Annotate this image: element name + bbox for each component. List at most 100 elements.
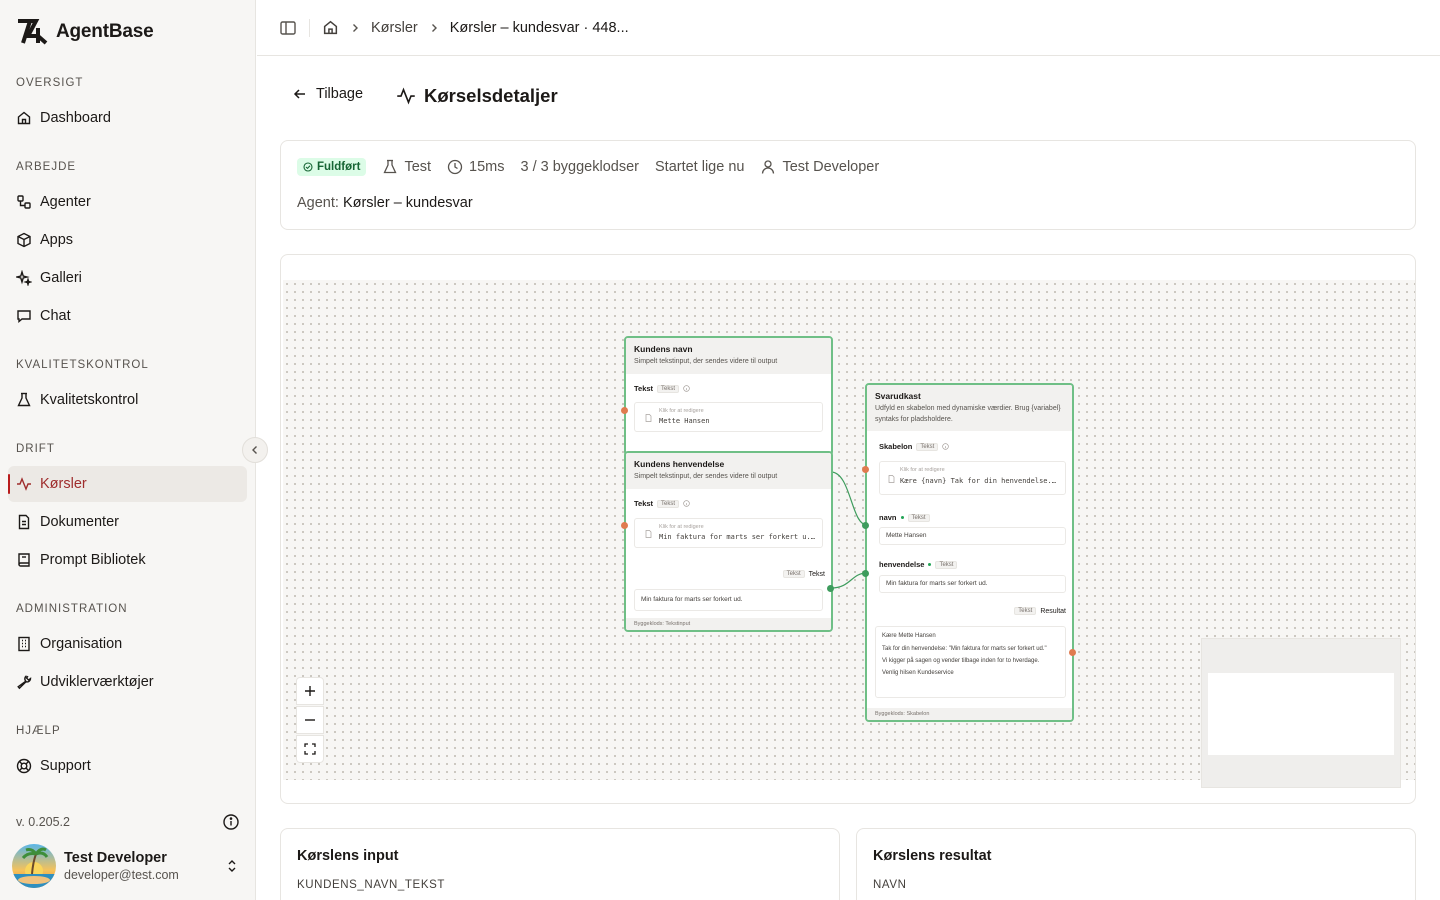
type-chip: Tekst — [907, 513, 930, 522]
lifebuoy-icon — [16, 758, 32, 774]
collapse-sidebar-button[interactable] — [242, 437, 268, 463]
node-output-value: Min faktura for marts ser forkert ud. — [634, 589, 823, 611]
type-chip: Tekst — [916, 442, 939, 451]
node-editable-value[interactable]: Klik for at redigere Min faktura for mar… — [634, 518, 823, 548]
section-title-kvalitetskontrol: KVALITETSKONTROL — [16, 359, 149, 371]
status-badge: Fuldført — [297, 158, 367, 176]
result-line: Tak for din henvendelse: "Min faktura fo… — [882, 646, 1047, 652]
home-icon — [17, 111, 31, 125]
back-button[interactable]: Tilbage — [292, 86, 363, 102]
field-label: Tekst — [634, 499, 654, 508]
sidebar-item-label: Prompt Bibliotek — [40, 552, 146, 568]
node-header: Kundens henvendelse Simpelt tekstinput, … — [626, 453, 831, 489]
template-value: Kære {navn} Tak for din henvendelse... — [900, 477, 1060, 485]
node-field-skabelon: Skabelon Tekst — [879, 442, 950, 451]
chevron-left-icon — [252, 446, 257, 454]
run-input-title: Kørslens input — [297, 848, 399, 864]
type-chip: Tekst — [657, 384, 680, 393]
brand[interactable]: AgentBase — [16, 18, 154, 46]
input-handle[interactable] — [621, 522, 628, 529]
sparkles-icon — [16, 270, 32, 286]
user-menu[interactable]: Test Developer developer@test.com — [12, 842, 248, 890]
status-text: Fuldført — [317, 161, 361, 173]
sidebar-item-galleri[interactable]: Galleri — [8, 260, 247, 296]
arrow-left-icon — [293, 89, 305, 99]
flow-canvas[interactable]: Kundens navn Simpelt tekstinput, der sen… — [283, 280, 1415, 788]
run-result-title: Kørslens resultat — [873, 848, 992, 864]
node-result-value: Kære Mette Hansen Tak for din henvendels… — [875, 626, 1066, 698]
zoom-out-button[interactable] — [296, 706, 324, 734]
app-name: AgentBase — [56, 21, 154, 42]
page-title-text: Kørselsdetaljer — [424, 85, 558, 106]
section-title-administration: ADMINISTRATION — [16, 603, 128, 615]
sidebar-item-label: Agenter — [40, 194, 91, 210]
section-title-arbejde: ARBEJDE — [16, 161, 77, 173]
chevron-right-icon — [353, 23, 358, 32]
run-mode-text: Test — [404, 159, 432, 175]
zoom-in-button[interactable] — [296, 677, 324, 705]
type-chip: Tekst — [782, 570, 805, 578]
sidebar-item-prompt-bibliotek[interactable]: Prompt Bibliotek — [8, 542, 247, 578]
minimap[interactable] — [1201, 638, 1401, 788]
run-result-field-label: NAVN — [873, 879, 907, 891]
sidebar-item-dokumenter[interactable]: Dokumenter — [8, 504, 247, 540]
sidebar-item-udviklervaerktojer[interactable]: Udviklerværktøjer — [8, 664, 247, 700]
input-handle[interactable] — [862, 466, 869, 473]
edit-hint: Klik for at redigere — [659, 524, 704, 530]
run-mode: Test — [382, 159, 431, 175]
sidebar-item-support[interactable]: Support — [8, 748, 247, 784]
activity-icon — [17, 477, 31, 491]
run-summary-card: Fuldført Test 15ms 3 / 3 byggeklodser St… — [280, 140, 1416, 230]
fullscreen-icon — [304, 743, 316, 755]
node-kundens-navn[interactable]: Kundens navn Simpelt tekstinput, der sen… — [624, 336, 833, 456]
input-handle[interactable] — [862, 522, 869, 529]
run-started: Startet lige nu — [655, 159, 745, 175]
file-icon — [645, 414, 652, 422]
output-handle[interactable] — [1069, 649, 1076, 656]
input-handle[interactable] — [862, 570, 869, 577]
connected-dot — [900, 516, 904, 519]
edit-hint: Klik for at redigere — [659, 408, 704, 414]
flow-canvas-card: Kundens navn Simpelt tekstinput, der sen… — [280, 254, 1416, 804]
breadcrumb-current: Kørsler – kundesvar · 448... — [449, 19, 629, 36]
var-label: henvendelse — [879, 560, 925, 569]
sidebar-item-korsler[interactable]: Kørsler — [8, 466, 247, 502]
fit-view-button[interactable] — [296, 735, 324, 763]
home-icon[interactable] — [322, 19, 339, 36]
sidebar-item-apps[interactable]: Apps — [8, 222, 247, 258]
input-handle[interactable] — [621, 407, 628, 414]
user-icon — [762, 160, 775, 174]
type-chip: Tekst — [1014, 607, 1037, 615]
sidebar-item-chat[interactable]: Chat — [8, 298, 247, 334]
node-field-tekst: Tekst Tekst — [634, 499, 690, 508]
document-icon — [18, 514, 30, 530]
info-icon[interactable] — [222, 813, 240, 831]
info-icon — [942, 443, 950, 450]
edit-hint: Klik for at redigere — [900, 467, 945, 473]
node-editable-value[interactable]: Klik for at redigere Mette Hansen — [634, 402, 823, 432]
sidebar-item-label: Apps — [40, 232, 74, 248]
user-email: developer@test.com — [64, 868, 179, 882]
output-handle[interactable] — [827, 585, 834, 592]
breadcrumb-section-link[interactable]: Kørsler — [371, 20, 418, 36]
flask-icon — [17, 392, 31, 407]
node-template-editor[interactable]: Klik for at redigere Kære {navn} Tak for… — [879, 461, 1066, 495]
wrench-icon — [17, 675, 32, 690]
node-title: Svarudkast — [875, 391, 921, 401]
workflow-icon — [17, 195, 31, 209]
node-kundens-henvendelse[interactable]: Kundens henvendelse Simpelt tekstinput, … — [624, 451, 833, 632]
run-blocks: 3 / 3 byggeklodser — [520, 159, 640, 175]
sidebar-item-agenter[interactable]: Agenter — [8, 184, 247, 220]
sidebar-item-organisation[interactable]: Organisation — [8, 626, 247, 662]
node-svarudkast[interactable]: Svarudkast Udfyld en skabelon med dynami… — [865, 383, 1074, 722]
agentbase-logo-icon — [18, 19, 48, 45]
section-title-hjaelp: HJÆLP — [16, 725, 61, 737]
sidebar-item-kvalitetskontrol[interactable]: Kvalitetskontrol — [8, 382, 247, 418]
minimap-viewport — [1208, 673, 1394, 755]
run-meta: Fuldført Test 15ms 3 / 3 byggeklodser St… — [297, 158, 879, 176]
connected-dot — [928, 563, 932, 566]
sidebar-item-dashboard[interactable]: Dashboard — [8, 100, 247, 136]
sidebar-toggle-icon[interactable] — [279, 19, 297, 37]
node-title: Kundens navn — [634, 344, 693, 354]
output-label: Resultat — [1040, 607, 1066, 615]
